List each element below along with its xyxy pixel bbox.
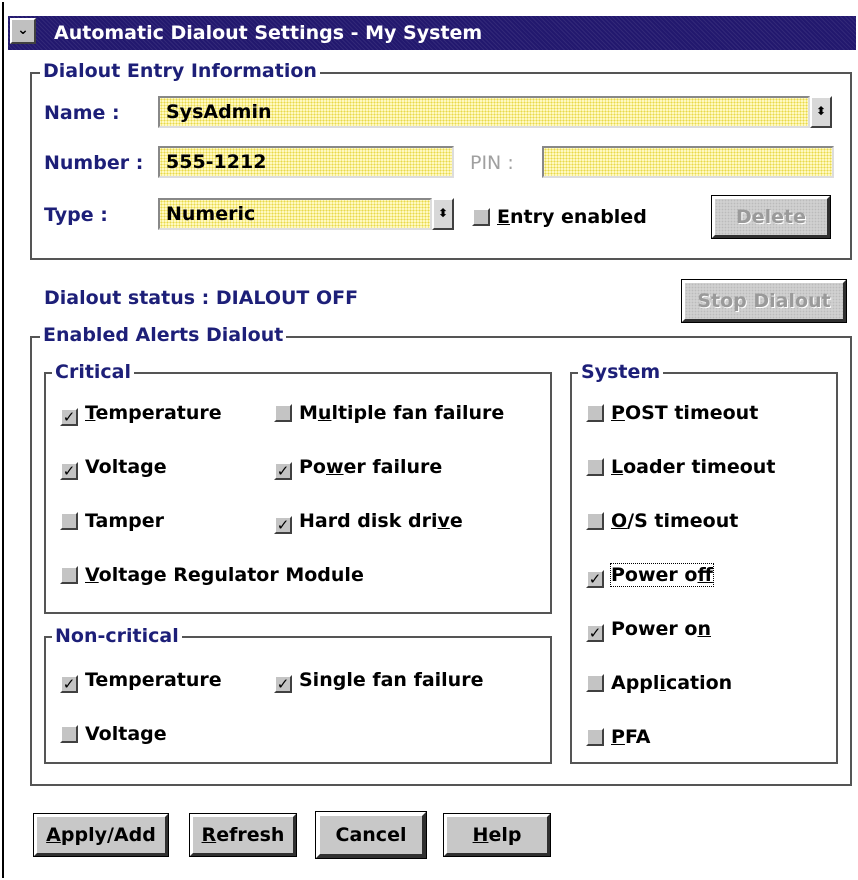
checkbox-label: Hard disk drive xyxy=(299,510,463,532)
system-power-off-checkbox[interactable]: ✓ Power off xyxy=(586,562,714,588)
type-label: Type : xyxy=(44,204,108,226)
checkbox-label: Temperature xyxy=(85,669,222,691)
alerts-group-legend: Enabled Alerts Dialout xyxy=(40,324,287,346)
checkbox-box[interactable] xyxy=(586,458,604,476)
system-loader-timeout-checkbox[interactable]: Loader timeout xyxy=(586,454,775,480)
dialout-status: Dialout status : DIALOUT OFF xyxy=(44,287,359,309)
checkbox-box[interactable]: ✓ xyxy=(586,624,604,642)
checkbox-box[interactable] xyxy=(60,512,78,530)
entry-group-legend: Dialout Entry Information xyxy=(40,60,320,82)
checkbox-box[interactable]: ✓ xyxy=(274,462,292,480)
checkbox-label: Voltage xyxy=(85,456,167,478)
noncritical-temperature-checkbox[interactable]: ✓ Temperature xyxy=(60,667,222,693)
system-pfa-checkbox[interactable]: PFA xyxy=(586,724,650,750)
checkbox-box[interactable]: ✓ xyxy=(60,462,78,480)
noncritical-voltage-checkbox[interactable]: Voltage xyxy=(60,721,167,747)
refresh-button[interactable]: Refresh xyxy=(189,813,297,857)
checkbox-label: Voltage Regulator Module xyxy=(85,564,364,586)
checkbox-box[interactable] xyxy=(472,208,490,226)
checkbox-box[interactable]: ✓ xyxy=(60,675,78,693)
pin-label: PIN : xyxy=(470,152,514,174)
type-field[interactable]: Numeric xyxy=(158,198,432,230)
system-application-checkbox[interactable]: Application xyxy=(586,670,732,696)
system-group-legend: System xyxy=(578,361,664,383)
checkbox-label: POST timeout xyxy=(611,402,759,424)
delete-button[interactable]: Delete xyxy=(711,195,831,239)
checkbox-box[interactable]: ✓ xyxy=(586,570,604,588)
pin-field[interactable] xyxy=(542,146,834,178)
critical-power-failure-checkbox[interactable]: ✓ Power failure xyxy=(274,454,442,480)
checkbox-label: Loader timeout xyxy=(611,456,776,478)
noncritical-single-fan-failure-checkbox[interactable]: ✓ Single fan failure xyxy=(274,667,483,693)
checkbox-label: Multiple fan failure xyxy=(299,402,505,424)
checkbox-label: Temperature xyxy=(85,402,222,424)
checkbox-label: Voltage xyxy=(85,723,167,745)
system-power-on-checkbox[interactable]: ✓ Power on xyxy=(586,616,711,642)
checkbox-label: Application xyxy=(611,672,733,694)
critical-multiple-fan-failure-checkbox[interactable]: Multiple fan failure xyxy=(274,400,504,426)
name-label: Name : xyxy=(44,102,120,124)
window-title: Automatic Dialout Settings - My System xyxy=(54,22,483,44)
checkbox-box[interactable]: ✓ xyxy=(274,516,292,534)
checkbox-label: Tamper xyxy=(85,510,164,532)
noncritical-group-legend: Non-critical xyxy=(52,625,182,647)
checkbox-label: Power failure xyxy=(299,456,443,478)
checkbox-box[interactable]: ✓ xyxy=(274,675,292,693)
stop-dialout-button[interactable]: Stop Dialout xyxy=(681,279,847,323)
checkbox-box[interactable] xyxy=(586,674,604,692)
checkbox-label: O/S timeout xyxy=(611,510,739,532)
critical-tamper-checkbox[interactable]: Tamper xyxy=(60,508,164,534)
system-post-timeout-checkbox[interactable]: POST timeout xyxy=(586,400,758,426)
critical-temperature-checkbox[interactable]: ✓ Temperature xyxy=(60,400,222,426)
number-label: Number : xyxy=(44,152,144,174)
system-os-timeout-checkbox[interactable]: O/S timeout xyxy=(586,508,738,534)
critical-voltage-checkbox[interactable]: ✓ Voltage xyxy=(60,454,167,480)
checkbox-box[interactable] xyxy=(60,566,78,584)
checkbox-label: Power off xyxy=(610,563,714,587)
cancel-button[interactable]: Cancel xyxy=(315,811,427,859)
entry-enabled-label: Entry enabled xyxy=(497,206,647,228)
help-button[interactable]: Help xyxy=(443,813,551,857)
critical-group-legend: Critical xyxy=(52,361,135,383)
checkbox-box[interactable] xyxy=(274,404,292,422)
apply-add-button[interactable]: Apply/Add xyxy=(33,813,169,857)
system-menu-icon[interactable]: ⌄ xyxy=(10,18,36,44)
checkbox-box[interactable] xyxy=(586,404,604,422)
critical-hard-disk-drive-checkbox[interactable]: ✓ Hard disk drive xyxy=(274,508,463,534)
type-dropdown-icon[interactable]: ⬍ xyxy=(432,198,454,230)
checkbox-box[interactable] xyxy=(60,725,78,743)
checkbox-label: Single fan failure xyxy=(299,669,484,691)
entry-enabled-checkbox[interactable]: Entry enabled xyxy=(472,204,647,230)
checkbox-box[interactable]: ✓ xyxy=(60,408,78,426)
checkbox-box[interactable] xyxy=(586,512,604,530)
dialog-window: ⌄ Automatic Dialout Settings - My System… xyxy=(2,2,858,878)
checkbox-box[interactable] xyxy=(586,728,604,746)
number-field[interactable]: 555-1212 xyxy=(158,146,454,178)
critical-vrm-checkbox[interactable]: Voltage Regulator Module xyxy=(60,562,364,588)
checkbox-label: Power on xyxy=(611,618,711,640)
name-field[interactable]: SysAdmin xyxy=(158,96,810,128)
checkbox-label: PFA xyxy=(611,726,651,748)
title-bar[interactable]: ⌄ Automatic Dialout Settings - My System xyxy=(8,16,856,50)
name-dropdown-icon[interactable]: ⬍ xyxy=(810,96,832,128)
